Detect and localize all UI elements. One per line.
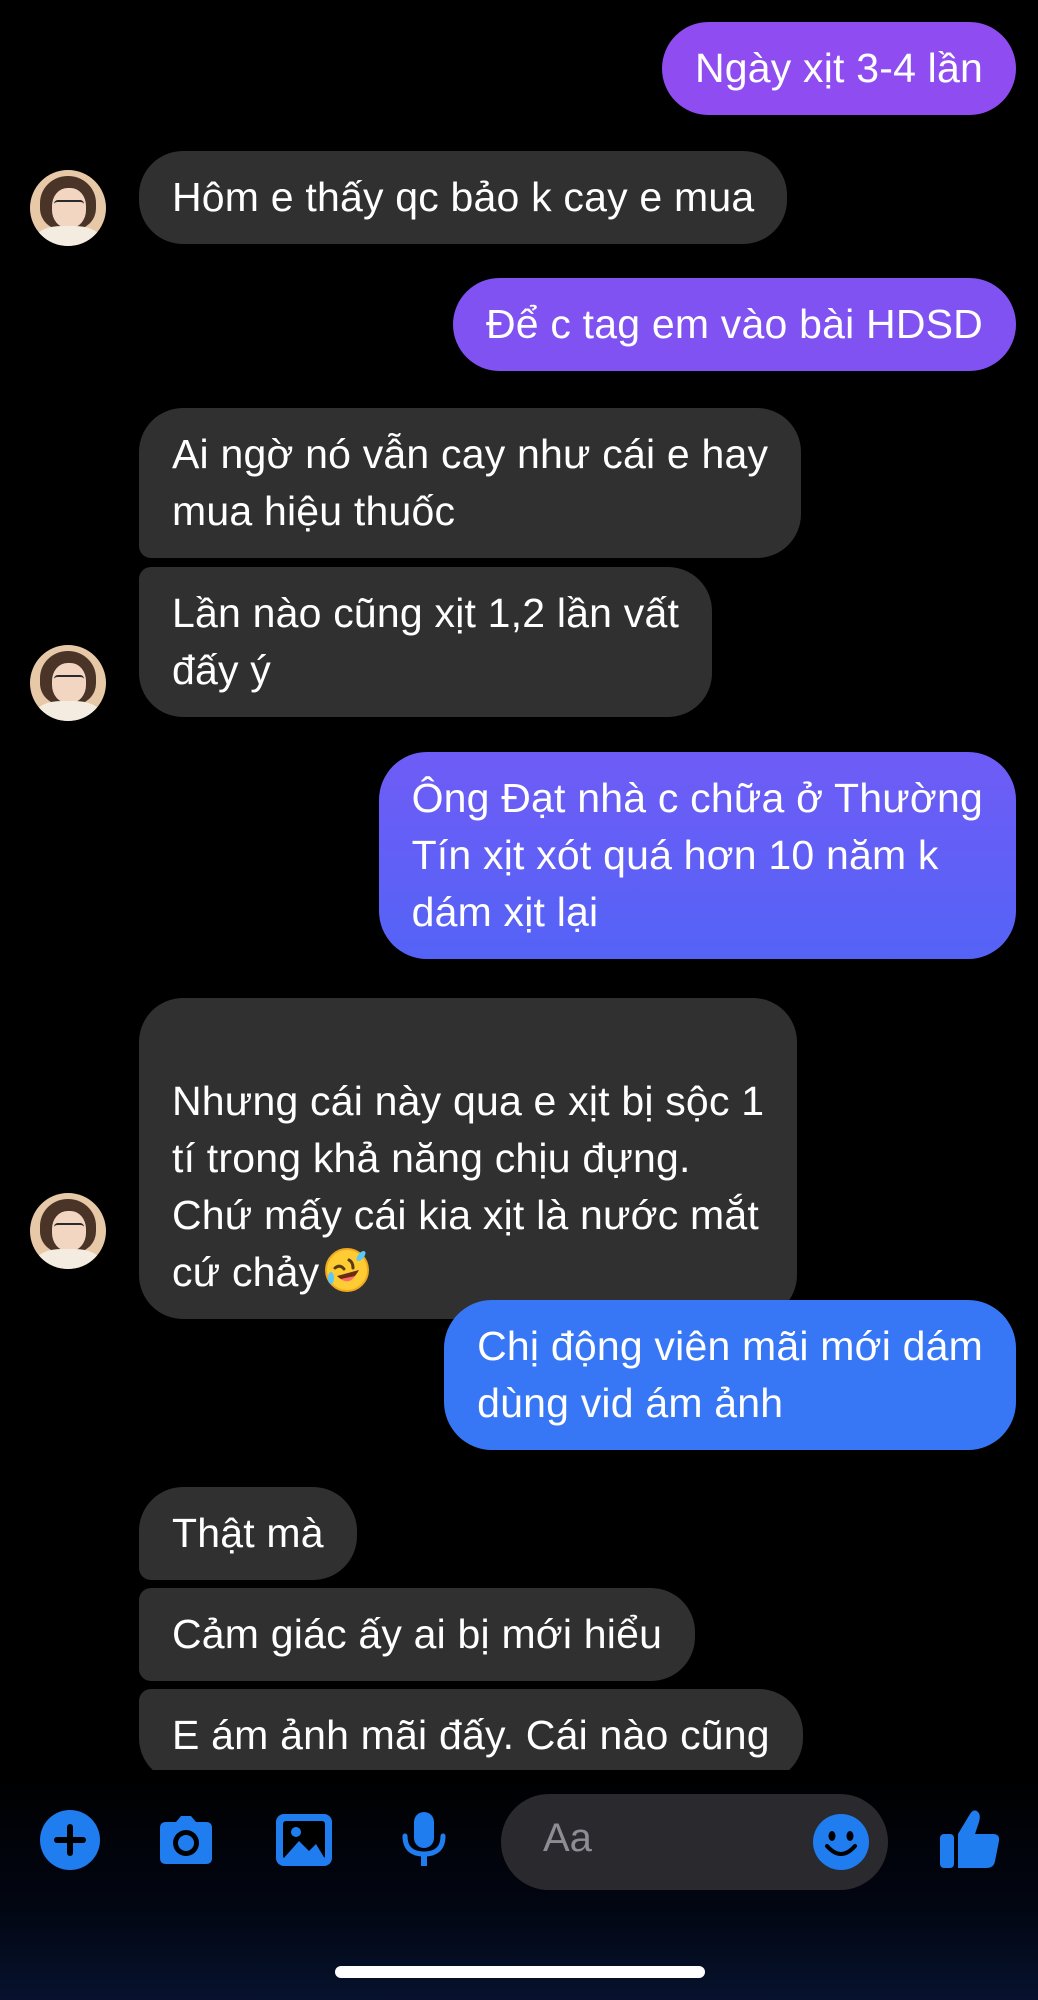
message-bubble-incoming[interactable]: Lần nào cũng xịt 1,2 lần vất đấy ý — [139, 567, 713, 717]
home-indicator[interactable] — [335, 1966, 705, 1978]
message-input[interactable]: Aa — [501, 1794, 888, 1890]
microphone-icon[interactable] — [392, 1808, 456, 1872]
message-bubble-outgoing[interactable]: Để c tag em vào bài HDSD — [452, 278, 1016, 371]
thumbs-up-icon[interactable] — [934, 1804, 1004, 1874]
message-bubble-outgoing[interactable]: Chị động viên mãi mới dám dùng vid ám ản… — [444, 1300, 1016, 1450]
emoji-icon[interactable] — [811, 1812, 871, 1872]
camera-icon[interactable] — [154, 1808, 218, 1872]
message-bubble-incoming[interactable]: Nhưng cái này qua e xịt bị sộc 1 tí tron… — [139, 998, 798, 1319]
message-bubble-outgoing[interactable]: Ngày xịt 3-4 lần — [661, 22, 1016, 115]
rolling-on-floor-laughing-emoji — [325, 1248, 370, 1292]
message-input-placeholder: Aa — [543, 1816, 592, 1860]
message-text: Nhưng cái này qua e xịt bị sộc 1 tí tron… — [172, 1078, 765, 1295]
message-bubble-incoming[interactable]: Hôm e thấy qc bảo k cay e mua — [139, 151, 788, 244]
photo-icon[interactable] — [272, 1808, 336, 1872]
chat-screen: Ngày xịt 3-4 lần Hôm e thấy qc bảo k cay… — [0, 0, 1038, 2000]
plus-icon[interactable] — [38, 1808, 102, 1872]
message-bubble-incoming[interactable]: Ai ngờ nó vẫn cay như cái e hay mua hiệu… — [139, 408, 802, 558]
message-bubble-incoming[interactable]: E ám ảnh mãi đấy. Cái nào cũng — [139, 1689, 803, 1782]
message-bubble-outgoing[interactable]: Ông Đạt nhà c chữa ở Thường Tín xịt xót … — [378, 752, 1016, 959]
contact-avatar[interactable] — [30, 170, 106, 246]
contact-avatar[interactable] — [30, 645, 106, 721]
message-bubble-incoming[interactable]: Cảm giác ấy ai bị mới hiểu — [139, 1588, 696, 1681]
contact-avatar[interactable] — [30, 1193, 106, 1269]
message-bubble-incoming[interactable]: Thật mà — [139, 1487, 357, 1580]
